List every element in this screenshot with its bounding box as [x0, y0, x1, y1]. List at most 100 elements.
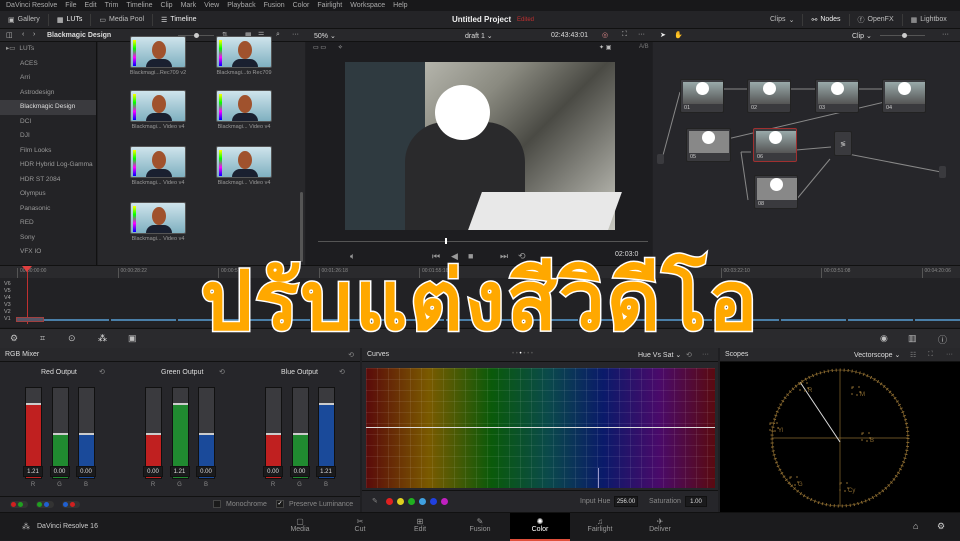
channel-value-field[interactable]: 1.21: [23, 466, 43, 477]
lut-thumbnail[interactable]: [130, 36, 186, 68]
node-01[interactable]: 01: [680, 79, 724, 113]
hue-vs-sat-curve[interactable]: [366, 368, 715, 488]
lut-folder-item[interactable]: Arri: [0, 71, 96, 86]
menu-item-clip[interactable]: Clip: [161, 2, 173, 9]
reset-icon[interactable]: ⟲: [339, 368, 345, 376]
menu-item-file[interactable]: File: [65, 2, 76, 9]
lut-folder-item[interactable]: Blackmagic Design: [0, 100, 96, 115]
clips-button[interactable]: Clips ⌄: [762, 13, 804, 26]
layout-icon[interactable]: ▭ ▭: [313, 45, 326, 51]
scope-settings-icon[interactable]: ☷: [910, 351, 916, 359]
curve-mode-select[interactable]: Hue Vs Sat ⌄: [638, 351, 681, 359]
hand-icon[interactable]: ✋: [674, 31, 683, 39]
node-04[interactable]: 04: [882, 79, 926, 113]
channel-value-field[interactable]: 1.21: [169, 466, 190, 477]
hue-swatch[interactable]: [386, 498, 393, 505]
reset-icon[interactable]: ⟲: [99, 368, 105, 376]
menu-item-view[interactable]: View: [204, 2, 219, 9]
menu-item-color[interactable]: Color: [293, 2, 310, 9]
channel-value-field[interactable]: 0.00: [263, 466, 283, 477]
fullscreen-icon[interactable]: ⛶: [622, 31, 627, 39]
channel-value-field[interactable]: 0.00: [49, 466, 70, 477]
lut-folder-item[interactable]: RED: [0, 216, 96, 231]
menu-item-fairlight[interactable]: Fairlight: [317, 2, 342, 9]
lut-folder-item[interactable]: Panasonic: [0, 202, 96, 217]
node-03[interactable]: 03: [815, 79, 859, 113]
channel-value-field[interactable]: 0.00: [143, 466, 163, 477]
lut-folder-item[interactable]: ACES: [0, 57, 96, 72]
forward-icon[interactable]: ›: [33, 31, 35, 38]
search-icon[interactable]: ⌕: [276, 31, 280, 39]
node-02[interactable]: 02: [747, 79, 791, 113]
timeline-select[interactable]: draft 1 ⌄: [465, 32, 493, 40]
back-icon[interactable]: ‹: [22, 31, 24, 38]
node-mode-select[interactable]: Clip ⌄: [852, 32, 872, 40]
lut-folder-item[interactable]: Astrodesign: [0, 86, 96, 101]
reset-icon[interactable]: ⟲: [348, 351, 354, 359]
page-tab-deliver[interactable]: ✈ Deliver: [630, 513, 690, 541]
home-icon[interactable]: ⌂: [913, 521, 918, 531]
pointer-icon[interactable]: ➤: [660, 31, 666, 39]
menu-item-edit[interactable]: Edit: [85, 2, 97, 9]
scope-mode-select[interactable]: Vectorscope ⌄: [854, 351, 900, 359]
channel-value-field[interactable]: 1.21: [316, 466, 336, 477]
node-06[interactable]: 06: [753, 128, 797, 162]
sidebar-toggle-icon[interactable]: ◫: [6, 31, 13, 39]
media-pool-button[interactable]: ▭ Media Pool: [91, 13, 154, 26]
nodes-button[interactable]: ⚯ Nodes: [803, 13, 850, 26]
menu-item-playback[interactable]: Playback: [227, 2, 255, 9]
page-tab-cut[interactable]: ✂ Cut: [330, 513, 390, 541]
menu-item-timeline[interactable]: Timeline: [126, 2, 152, 9]
expand-icon[interactable]: ⛶: [928, 351, 933, 359]
highlight-icon[interactable]: ✦ ▣: [599, 44, 611, 51]
reset-icon[interactable]: ⟲: [686, 351, 692, 359]
channel-value-field[interactable]: 0.00: [76, 466, 96, 477]
luts-button[interactable]: ▦ LUTs: [49, 13, 92, 26]
settings-icon[interactable]: ⚙: [937, 521, 945, 532]
gallery-button[interactable]: ▣ Gallery: [0, 13, 49, 26]
lut-thumbnail[interactable]: [130, 90, 186, 122]
more-icon[interactable]: ···: [292, 31, 299, 38]
more-icon[interactable]: ···: [638, 31, 645, 38]
page-tab-media[interactable]: ▢ Media: [270, 513, 330, 541]
input-hue-field[interactable]: 256.00: [614, 496, 638, 507]
swap-green-blue-button[interactable]: [36, 501, 54, 508]
menu-item-workspace[interactable]: Workspace: [350, 2, 385, 9]
lut-folder-item[interactable]: HDR Hybrid Log-Gamma: [0, 158, 96, 173]
page-tab-fusion[interactable]: ✎ Fusion: [450, 513, 510, 541]
channel-value-field[interactable]: 0.00: [289, 466, 310, 477]
more-icon[interactable]: ···: [702, 351, 709, 358]
zoom-select[interactable]: 50% ⌄: [314, 32, 336, 40]
layer-mixer-node[interactable]: ≶: [834, 131, 852, 156]
monochrome-checkbox[interactable]: [213, 500, 221, 508]
lightbox-button[interactable]: ▦ Lightbox: [903, 14, 955, 26]
page-tab-color[interactable]: ✺ Color: [510, 513, 570, 541]
wand-icon[interactable]: ✧: [338, 45, 343, 51]
lut-folder-item[interactable]: Olympus: [0, 187, 96, 202]
saturation-field[interactable]: 1.00: [685, 496, 707, 507]
menu-item-trim[interactable]: Trim: [105, 2, 119, 9]
page-tab-fairlight[interactable]: ♫ Fairlight: [570, 513, 630, 541]
preserve-luminance-checkbox[interactable]: ✓: [276, 500, 284, 508]
lut-folder-item[interactable]: Sony: [0, 231, 96, 246]
node-05[interactable]: 05: [686, 128, 731, 162]
menu-item-fusion[interactable]: Fusion: [264, 2, 285, 9]
reset-icon[interactable]: ⟲: [219, 368, 225, 376]
menu-item-mark[interactable]: Mark: [181, 2, 197, 9]
lut-thumbnail[interactable]: [130, 202, 186, 234]
playhead-scrubber[interactable]: [318, 238, 648, 244]
swap-red-green-button[interactable]: [10, 501, 28, 508]
hue-swatch[interactable]: [419, 498, 426, 505]
color-wheel-icon[interactable]: ◎: [602, 31, 608, 39]
hue-swatch[interactable]: [408, 498, 415, 505]
lut-folder-item[interactable]: DCI: [0, 115, 96, 130]
page-tab-edit[interactable]: ⊞ Edit: [390, 513, 450, 541]
lut-folder-item[interactable]: HDR ST 2084: [0, 173, 96, 188]
lut-thumbnail[interactable]: [130, 146, 186, 178]
lut-thumbnail[interactable]: [216, 36, 272, 68]
lut-thumbnail[interactable]: [216, 146, 272, 178]
lut-thumbnail[interactable]: [216, 90, 272, 122]
node-zoom-slider[interactable]: [880, 33, 925, 38]
timeline-button[interactable]: ☰ Timeline: [153, 14, 204, 26]
lut-root-folder[interactable]: ▸▭ LUTs: [0, 42, 96, 57]
